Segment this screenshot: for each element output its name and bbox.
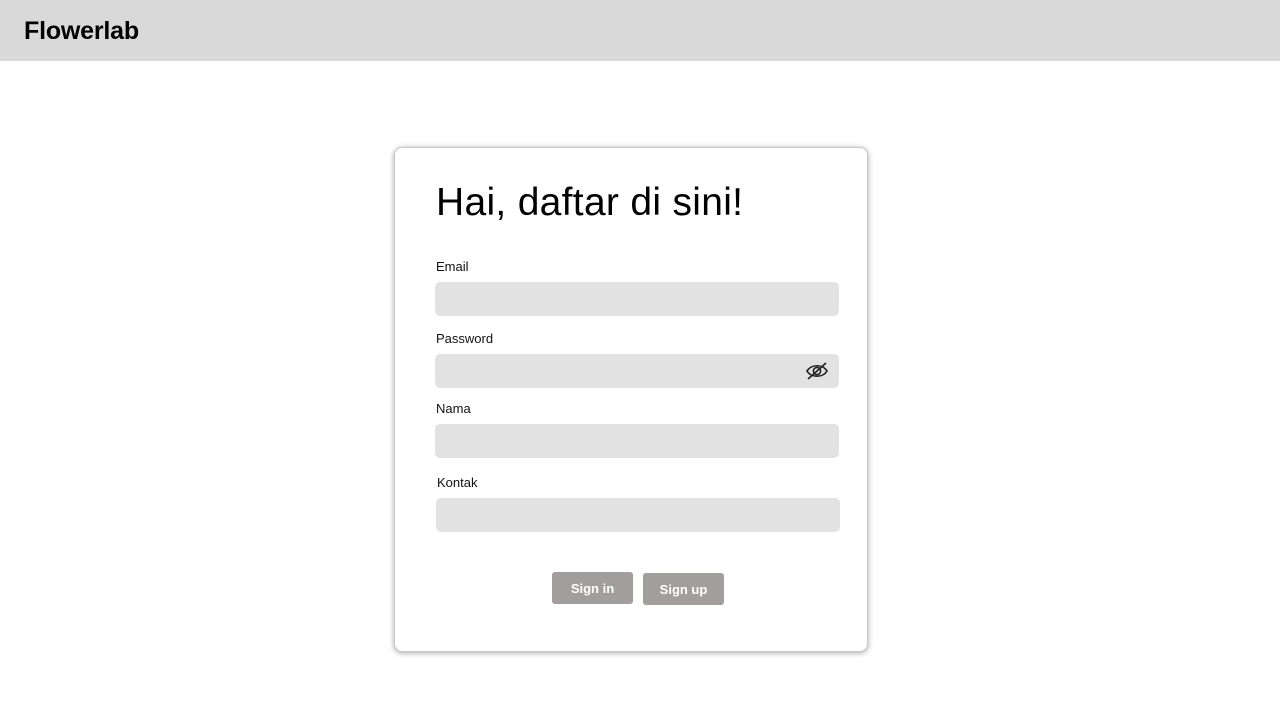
signup-card: Hai, daftar di sini! Email Password Nama…: [394, 147, 868, 652]
sign-up-button[interactable]: Sign up: [643, 573, 724, 605]
name-input[interactable]: [435, 424, 839, 458]
email-label: Email: [436, 259, 469, 274]
email-input[interactable]: [435, 282, 839, 316]
form-heading: Hai, daftar di sini!: [436, 181, 744, 224]
eye-off-icon[interactable]: [806, 361, 828, 381]
name-label: Nama: [436, 401, 471, 416]
contact-label: Kontak: [437, 475, 478, 490]
brand-logo[interactable]: Flowerlab: [24, 16, 139, 46]
password-field[interactable]: [435, 354, 839, 388]
sign-in-button[interactable]: Sign in: [552, 572, 633, 604]
top-bar: Flowerlab: [0, 0, 1280, 61]
password-label: Password: [436, 331, 494, 346]
contact-input[interactable]: [436, 498, 840, 532]
